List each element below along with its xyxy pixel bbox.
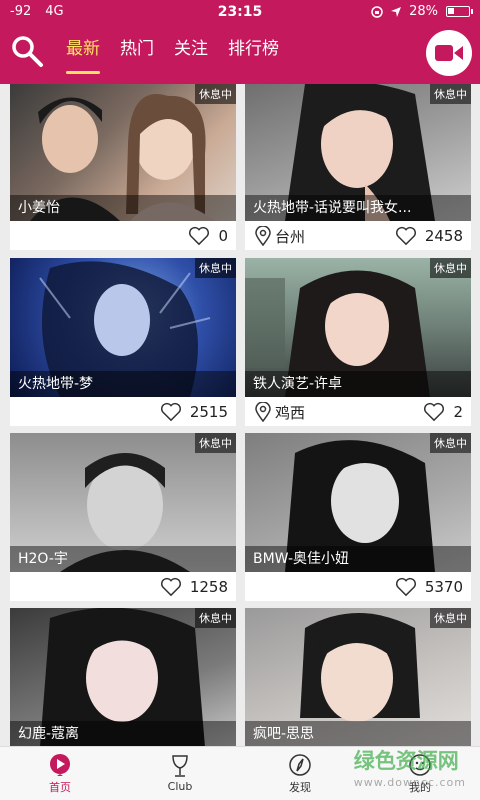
- stream-thumbnail: 休息中 铁人演艺-许卓: [245, 258, 471, 397]
- watermark-url: www.downcc.com: [353, 776, 466, 789]
- status-badge: 休息中: [195, 258, 236, 278]
- stream-title: BMW-奥佳小妞: [245, 546, 471, 572]
- compass-icon: [289, 753, 311, 776]
- stream-title: 疯吧-思思: [245, 721, 471, 746]
- stream-card[interactable]: 休息中 BMW-奥佳小妞 5370: [245, 433, 471, 601]
- tab-latest[interactable]: 最新: [66, 34, 100, 74]
- like-count: 2458: [424, 227, 463, 245]
- stream-card[interactable]: 休息中 疯吧-思思: [245, 608, 471, 746]
- stream-thumbnail: 休息中 幻鹿-蔻离: [10, 608, 236, 746]
- stream-card[interactable]: 休息中 幻鹿-蔻离: [10, 608, 236, 746]
- status-badge: 休息中: [195, 608, 236, 628]
- stream-title: 火热地带-梦: [10, 371, 236, 397]
- heart-icon[interactable]: [395, 577, 417, 597]
- card-meta: 5370: [245, 572, 471, 602]
- stream-grid: 休息中 小姜怡 0 休息中 火热地带-话说要叫我女... 台州 2458 休息中…: [0, 84, 480, 746]
- like-count: 1258: [189, 578, 228, 596]
- stream-title: 铁人演艺-许卓: [245, 371, 471, 397]
- stream-thumbnail: 休息中 火热地带-梦: [10, 258, 236, 397]
- card-meta: 2515: [10, 397, 236, 427]
- stream-title: 火热地带-话说要叫我女...: [245, 195, 471, 221]
- rotation-lock-icon: [371, 5, 383, 18]
- stream-card[interactable]: 休息中 火热地带-梦 2515: [10, 258, 236, 426]
- stream-thumbnail: 休息中 火热地带-话说要叫我女...: [245, 84, 471, 221]
- tab-hot[interactable]: 热门: [120, 34, 154, 70]
- stream-card[interactable]: 休息中 H2O-宇 1258: [10, 433, 236, 601]
- heart-icon[interactable]: [160, 577, 182, 597]
- status-badge: 休息中: [195, 84, 236, 104]
- location-label: 台州: [275, 227, 306, 246]
- search-button[interactable]: [10, 34, 44, 68]
- watermark-title: 绿色资源网: [353, 749, 459, 773]
- card-meta: 1258: [10, 572, 236, 602]
- heart-icon[interactable]: [423, 402, 445, 422]
- nav-label: 发现: [289, 780, 311, 794]
- status-bar: -92 4G 23:15 28%: [0, 0, 480, 24]
- tab-ranking[interactable]: 排行榜: [228, 34, 279, 70]
- wine-glass-icon: [172, 755, 188, 777]
- location-pin-icon: [255, 402, 271, 422]
- stream-thumbnail: 休息中 H2O-宇: [10, 433, 236, 572]
- status-badge: 休息中: [430, 608, 471, 628]
- nav-club[interactable]: Club: [120, 747, 240, 800]
- nav-label: Club: [167, 780, 193, 793]
- search-icon: [12, 36, 43, 67]
- status-badge: 休息中: [430, 433, 471, 453]
- like-count: 2: [453, 403, 463, 421]
- location-pin-icon: [255, 226, 271, 246]
- start-live-button[interactable]: [426, 30, 472, 76]
- site-watermark: 绿色资源网 www.downcc.com: [354, 750, 466, 794]
- nav-label: 首页: [49, 780, 71, 794]
- stream-title: H2O-宇: [10, 546, 236, 572]
- status-badge: 休息中: [430, 84, 471, 104]
- like-count: 0: [218, 227, 228, 245]
- heart-icon[interactable]: [395, 226, 417, 246]
- top-tabs: 最新 热门 关注 排行榜: [66, 34, 279, 74]
- battery-percent: 28%: [409, 4, 438, 19]
- stream-thumbnail: 休息中 小姜怡: [10, 84, 236, 221]
- tab-following[interactable]: 关注: [174, 34, 208, 70]
- battery-icon: [446, 6, 473, 17]
- card-meta: 台州 2458: [245, 221, 471, 251]
- nav-discover[interactable]: 发现: [240, 747, 360, 800]
- location-arrow-icon: [391, 6, 402, 17]
- status-badge: 休息中: [430, 258, 471, 278]
- card-meta: 鸡西 2: [245, 397, 471, 427]
- status-badge: 休息中: [195, 433, 236, 453]
- like-count: 2515: [189, 403, 228, 421]
- stream-card[interactable]: 休息中 小姜怡 0: [10, 84, 236, 250]
- stream-thumbnail: 休息中 BMW-奥佳小妞: [245, 433, 471, 572]
- card-meta: 0: [10, 221, 236, 251]
- stream-title: 幻鹿-蔻离: [10, 721, 236, 746]
- location-label: 鸡西: [275, 403, 306, 422]
- home-play-icon: [50, 753, 70, 776]
- like-count: 5370: [424, 578, 463, 596]
- stream-thumbnail: 休息中 疯吧-思思: [245, 608, 471, 746]
- stream-title: 小姜怡: [10, 195, 236, 221]
- video-camera-icon: [435, 45, 463, 61]
- stream-card[interactable]: 休息中 火热地带-话说要叫我女... 台州 2458: [245, 84, 471, 250]
- nav-home[interactable]: 首页: [0, 747, 120, 800]
- stream-card[interactable]: 休息中 铁人演艺-许卓 鸡西 2: [245, 258, 471, 426]
- heart-icon[interactable]: [160, 402, 182, 422]
- top-bar: -92 4G 23:15 28% 最新 热门 关注 排行榜: [0, 0, 480, 84]
- heart-icon[interactable]: [188, 226, 210, 246]
